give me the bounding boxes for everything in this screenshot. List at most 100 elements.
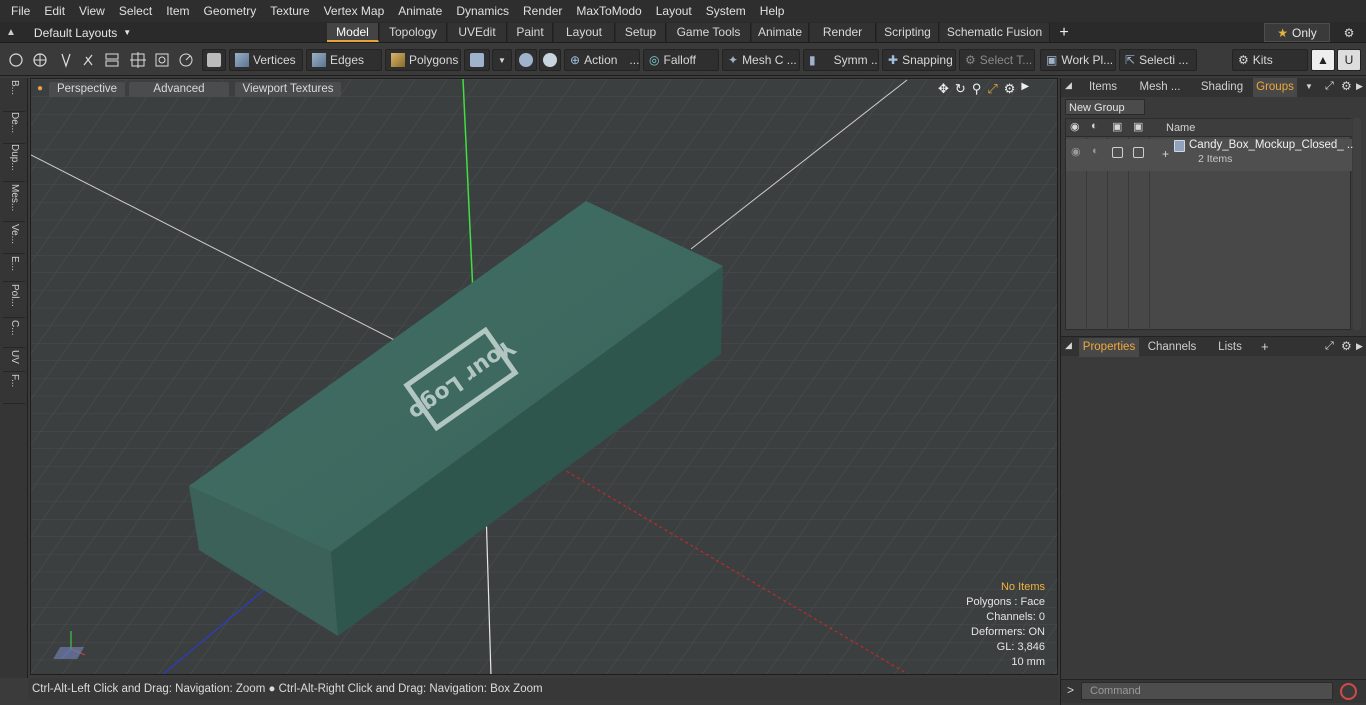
menu-render[interactable]: Render: [516, 0, 569, 22]
tool-tab-6[interactable]: E...: [3, 256, 25, 282]
menu-help[interactable]: Help: [753, 0, 792, 22]
tab-game-tools[interactable]: Game Tools: [667, 23, 751, 42]
add-tab-plus-icon[interactable]: +: [1261, 339, 1269, 354]
tool-tab-8[interactable]: C...: [3, 320, 25, 348]
menu-system[interactable]: System: [699, 0, 753, 22]
tab-uvedit[interactable]: UVEdit: [448, 23, 507, 42]
tab-schematic-fusion[interactable]: Schematic Fusion: [940, 23, 1050, 42]
3d-viewport[interactable]: Your Logo ● Perspective Advanced Viewpor…: [30, 78, 1058, 675]
maximize-icon[interactable]: ⤢: [987, 81, 997, 97]
only-toggle[interactable]: ★ Only: [1264, 23, 1330, 42]
menu-vertex-map[interactable]: Vertex Map: [317, 0, 392, 22]
edges-button[interactable]: Edges: [306, 49, 382, 71]
panel-tab-mesh[interactable]: Mesh ...: [1129, 78, 1191, 97]
tool-tab-1[interactable]: B...: [3, 80, 25, 112]
groups-scrollbar[interactable]: [1353, 118, 1361, 330]
render-icon[interactable]: ◐: [1091, 120, 1098, 132]
work-plane-button[interactable]: ▣ Work Pl...: [1040, 49, 1116, 71]
panel-tab-groups[interactable]: Groups: [1253, 78, 1297, 97]
tab-paint[interactable]: Paint: [508, 23, 553, 42]
viewport-scene[interactable]: Your Logo: [31, 79, 1058, 675]
gear-icon[interactable]: ⚙: [1341, 339, 1352, 353]
tab-channels[interactable]: Channels: [1143, 338, 1201, 357]
vertices-button[interactable]: Vertices: [229, 49, 303, 71]
new-group-button[interactable]: New Group: [1065, 99, 1145, 115]
move-icon[interactable]: ✥: [938, 81, 949, 97]
select-icon[interactable]: ▣: [1133, 120, 1143, 133]
gear-icon[interactable]: ⚙: [1341, 79, 1352, 93]
menu-view[interactable]: View: [72, 0, 112, 22]
tool-tab-5[interactable]: Ve...: [3, 224, 25, 254]
render-icon[interactable]: ◐: [1092, 145, 1099, 157]
mesh-constraints-button[interactable]: ✦ Mesh C ...: [722, 49, 800, 71]
shield-button-1[interactable]: [515, 49, 537, 71]
item-mode-button[interactable]: [464, 49, 490, 71]
tab-scripting[interactable]: Scripting: [877, 23, 939, 42]
select-through-button[interactable]: ⚙ Select T...: [959, 49, 1035, 71]
menu-file[interactable]: File: [4, 0, 37, 22]
solid-shade-button[interactable]: [202, 49, 226, 71]
tool-tab-4[interactable]: Mes...: [3, 184, 25, 222]
group-row[interactable]: ◉ ◐ + Candy_Box_Mockup_Closed_ ... 2 Ite…: [1066, 139, 1357, 171]
tool-tab-9[interactable]: UV: [3, 350, 25, 372]
perspective-button[interactable]: Perspective: [49, 82, 125, 97]
symmetry-button[interactable]: ▮ Symm ...: [803, 49, 879, 71]
panel-tab-items[interactable]: Items: [1081, 78, 1125, 97]
expand-icon[interactable]: ⤢: [1325, 80, 1334, 93]
tab-layout[interactable]: Layout: [554, 23, 615, 42]
rotate-icon[interactable]: ↻: [955, 81, 966, 97]
tab-setup[interactable]: Setup: [616, 23, 666, 42]
menu-edit[interactable]: Edit: [37, 0, 72, 22]
tab-properties[interactable]: Properties: [1079, 338, 1139, 357]
kits-button[interactable]: ⚙ Kits: [1232, 49, 1308, 71]
menu-dynamics[interactable]: Dynamics: [449, 0, 516, 22]
layouts-dropdown[interactable]: ▲ Default Layouts ▼: [6, 22, 131, 43]
command-input[interactable]: Command: [1081, 682, 1333, 700]
select-tools-icons[interactable]: [6, 51, 196, 69]
expand-icon[interactable]: ⤢: [1325, 340, 1334, 353]
viewport-nav-icons[interactable]: ✥ ↻ ⚲ ⤢ ⚙ ▶: [938, 81, 1029, 97]
falloff-button[interactable]: ◎ Falloff: [643, 49, 719, 71]
tool-tab-3[interactable]: Dup...: [3, 144, 25, 182]
menu-layout[interactable]: Layout: [649, 0, 699, 22]
menu-geometry[interactable]: Geometry: [197, 0, 264, 22]
tool-tab-7[interactable]: Pol...: [3, 284, 25, 318]
record-icon[interactable]: [1340, 683, 1357, 700]
lock-icon[interactable]: ▣: [1112, 120, 1122, 133]
panel-tab-shading[interactable]: Shading: [1193, 78, 1251, 97]
selection-sets-button[interactable]: ⇱ Selecti ...: [1119, 49, 1197, 71]
tab-render[interactable]: Render: [810, 23, 876, 42]
mode-dropdown[interactable]: ▼: [492, 49, 512, 71]
menu-texture[interactable]: Texture: [263, 0, 316, 22]
play-arrow-icon[interactable]: ▶: [1356, 341, 1363, 352]
expand-plus-icon[interactable]: +: [1162, 147, 1169, 161]
eye-icon[interactable]: ◉: [1071, 145, 1081, 158]
polygons-button[interactable]: Polygons: [385, 49, 461, 71]
snapping-button[interactable]: ✚ Snapping: [882, 49, 956, 71]
tool-tab-2[interactable]: De...: [3, 112, 25, 144]
tab-lists[interactable]: Lists: [1211, 338, 1249, 357]
play-arrow-icon[interactable]: ▶: [1021, 81, 1029, 97]
tab-animate[interactable]: Animate: [752, 23, 809, 42]
add-tab-plus-icon[interactable]: +: [1055, 22, 1073, 43]
tab-model[interactable]: Model: [327, 23, 379, 42]
play-arrow-icon[interactable]: ▶: [1356, 81, 1363, 92]
search-icon[interactable]: ⚲: [972, 81, 982, 97]
shield-button-2[interactable]: [539, 49, 561, 71]
action-button[interactable]: ⊕ Action...: [564, 49, 640, 71]
tab-topology[interactable]: Topology: [380, 23, 447, 42]
gear-icon[interactable]: ⚙: [1004, 81, 1016, 97]
advanced-button[interactable]: Advanced: [129, 82, 229, 97]
viewport-textures-button[interactable]: Viewport Textures: [235, 82, 341, 97]
menu-maxtomodo[interactable]: MaxToModo: [569, 0, 648, 22]
unreal-button[interactable]: U: [1337, 49, 1361, 71]
select-checkbox[interactable]: [1133, 147, 1144, 158]
menu-animate[interactable]: Animate: [391, 0, 449, 22]
eye-icon[interactable]: ◉: [1070, 120, 1080, 133]
chevron-down-icon[interactable]: ▼: [1305, 82, 1313, 91]
gear-icon[interactable]: ⚙: [1338, 23, 1360, 42]
lock-checkbox[interactable]: [1112, 147, 1123, 158]
unity-button[interactable]: ▲: [1311, 49, 1335, 71]
tool-tab-10[interactable]: F...: [3, 374, 25, 404]
menu-item[interactable]: Item: [159, 0, 196, 22]
